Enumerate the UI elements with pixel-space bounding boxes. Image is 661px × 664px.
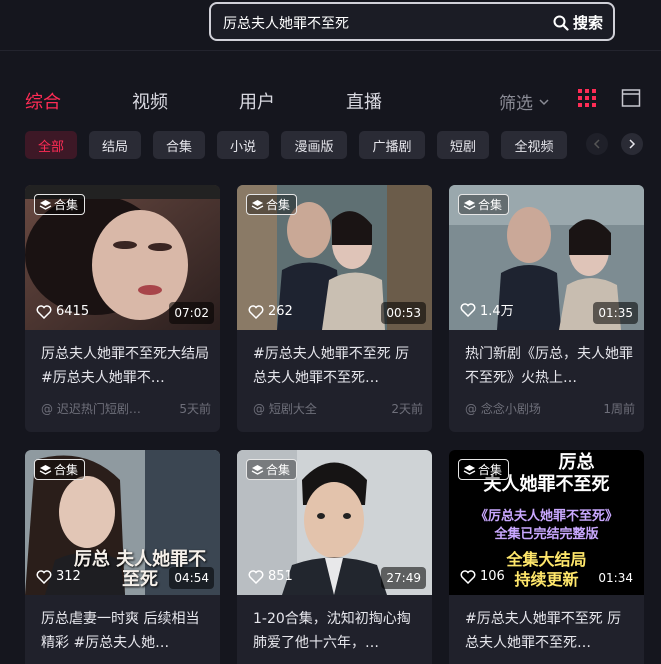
list-view-icon[interactable] [621, 88, 641, 108]
heart-icon [248, 304, 264, 319]
heart-icon [460, 569, 476, 584]
video-card[interactable]: 合集 1.4万 01:35 热门新剧《厉总，夫人她罪不至死》火热上… @ 念念小… [449, 185, 644, 432]
tab-users[interactable]: 用户 [239, 88, 275, 114]
collection-badge: 合集 [246, 459, 298, 480]
video-thumbnail[interactable]: 合集 262 00:53 [237, 185, 432, 330]
video-thumbnail[interactable]: 合集 6415 07:02 [25, 185, 220, 330]
layers-icon [463, 464, 476, 475]
video-duration: 04:54 [169, 567, 214, 589]
like-count: 6415 [36, 304, 89, 319]
video-title[interactable]: #厉总夫人她罪不至死 厉总夫人她罪不至死… [253, 342, 423, 390]
video-card[interactable]: 厉总 夫人她罪不至死 《厉总夫人她罪不至死》 全集已完结完整版 全集大结局 持续… [449, 450, 644, 664]
video-duration: 01:34 [593, 567, 638, 589]
chevron-right-icon [629, 139, 636, 149]
chip-short-drama[interactable]: 短剧 [437, 131, 489, 159]
layers-icon [39, 464, 52, 475]
chips-next-button[interactable] [621, 133, 643, 155]
video-title[interactable]: 1-20合集，沈知初掏心掏肺爱了他十六年，… [253, 607, 423, 655]
video-thumbnail[interactable]: 厉总 夫人她罪不至死 《厉总夫人她罪不至死》 全集已完结完整版 全集大结局 持续… [449, 450, 644, 595]
like-count: 312 [36, 569, 81, 584]
heart-icon [248, 569, 264, 584]
header-divider [0, 50, 661, 51]
chip-radio-drama[interactable]: 广播剧 [359, 131, 425, 159]
chips-prev-button[interactable] [586, 133, 608, 155]
video-duration: 00:53 [381, 302, 426, 324]
chip-novel[interactable]: 小说 [217, 131, 269, 159]
video-card[interactable]: 合集 851 27:49 1-20合集，沈知初掏心掏肺爱了他十六年，… [237, 450, 432, 664]
video-meta: @ 短剧大全 2天前 [253, 400, 423, 417]
video-title[interactable]: 厉总夫人她罪不至死大结局#厉总夫人她罪不… [41, 342, 211, 390]
video-meta: @ 念念小剧场 1周前 [465, 400, 635, 417]
heart-icon [460, 302, 476, 317]
publish-time: 2天前 [391, 402, 423, 416]
video-card[interactable]: 合集 6415 07:02 厉总夫人她罪不至死大结局#厉总夫人她罪不… @ 迟迟… [25, 185, 220, 432]
like-count: 851 [248, 569, 293, 584]
author-name[interactable]: @ 迟迟热门短剧… [41, 400, 141, 417]
chip-full-video[interactable]: 全视频 [501, 131, 567, 159]
collection-badge: 合集 [246, 194, 298, 215]
collection-badge: 合集 [34, 459, 86, 480]
filter-label: 筛选 [499, 94, 533, 114]
search-input[interactable]: 厉总夫人她罪不至死 [223, 13, 349, 33]
chevron-down-icon [539, 98, 549, 105]
like-count: 1.4万 [460, 300, 514, 319]
publish-time: 1周前 [603, 402, 635, 416]
chevron-left-icon [593, 139, 600, 149]
video-thumbnail[interactable]: 合集 851 27:49 [237, 450, 432, 595]
search-icon [553, 15, 569, 31]
layers-icon [251, 464, 264, 475]
collection-badge: 合集 [458, 194, 510, 215]
video-thumbnail[interactable]: 厉总 夫人她罪不至死 合集 312 04:54 [25, 450, 220, 595]
layers-icon [39, 199, 52, 210]
video-card[interactable]: 厉总 夫人她罪不至死 合集 312 04:54 厉总虐妻一时爽 后续相当精彩 #… [25, 450, 220, 664]
search-button[interactable]: 搜索 [553, 12, 603, 33]
poster-subtitle: 《厉总夫人她罪不至死》 [474, 509, 618, 524]
layers-icon [251, 199, 264, 210]
author-name[interactable]: @ 念念小剧场 [465, 400, 541, 417]
video-title[interactable]: 热门新剧《厉总，夫人她罪不至死》火热上… [465, 342, 635, 390]
video-thumbnail[interactable]: 合集 1.4万 01:35 [449, 185, 644, 330]
poster-subtitle2: 全集已完结完整版 [494, 527, 599, 542]
like-count: 262 [248, 304, 293, 319]
filter-button[interactable]: 筛选 [499, 89, 549, 114]
video-duration: 07:02 [169, 302, 214, 324]
search-box[interactable]: 厉总夫人她罪不至死 搜索 [209, 2, 615, 41]
tab-all[interactable]: 综合 [25, 88, 61, 114]
video-duration: 01:35 [593, 302, 638, 324]
like-count: 106 [460, 569, 505, 584]
collection-badge: 合集 [34, 194, 86, 215]
grid-view-icon[interactable] [577, 88, 597, 108]
publish-time: 5天前 [179, 402, 211, 416]
video-title[interactable]: 厉总虐妻一时爽 后续相当精彩 #厉总夫人她… [41, 607, 211, 655]
search-button-label: 搜索 [572, 14, 603, 32]
collection-badge: 合集 [458, 459, 510, 480]
chip-collection[interactable]: 合集 [153, 131, 205, 159]
video-card[interactable]: 合集 262 00:53 #厉总夫人她罪不至死 厉总夫人她罪不至死… @ 短剧大… [237, 185, 432, 432]
chip-all[interactable]: 全部 [25, 131, 77, 159]
video-title[interactable]: #厉总夫人她罪不至死 厉总夫人她罪不至死… [465, 607, 635, 655]
layers-icon [463, 199, 476, 210]
chip-ending[interactable]: 结局 [89, 131, 141, 159]
video-meta: @ 迟迟热门短剧… 5天前 [41, 400, 211, 417]
heart-icon [36, 304, 52, 319]
tab-video[interactable]: 视频 [132, 88, 168, 114]
tab-live[interactable]: 直播 [346, 88, 382, 114]
heart-icon [36, 569, 52, 584]
video-duration: 27:49 [381, 567, 426, 589]
author-name[interactable]: @ 短剧大全 [253, 400, 317, 417]
chip-comic[interactable]: 漫画版 [281, 131, 347, 159]
